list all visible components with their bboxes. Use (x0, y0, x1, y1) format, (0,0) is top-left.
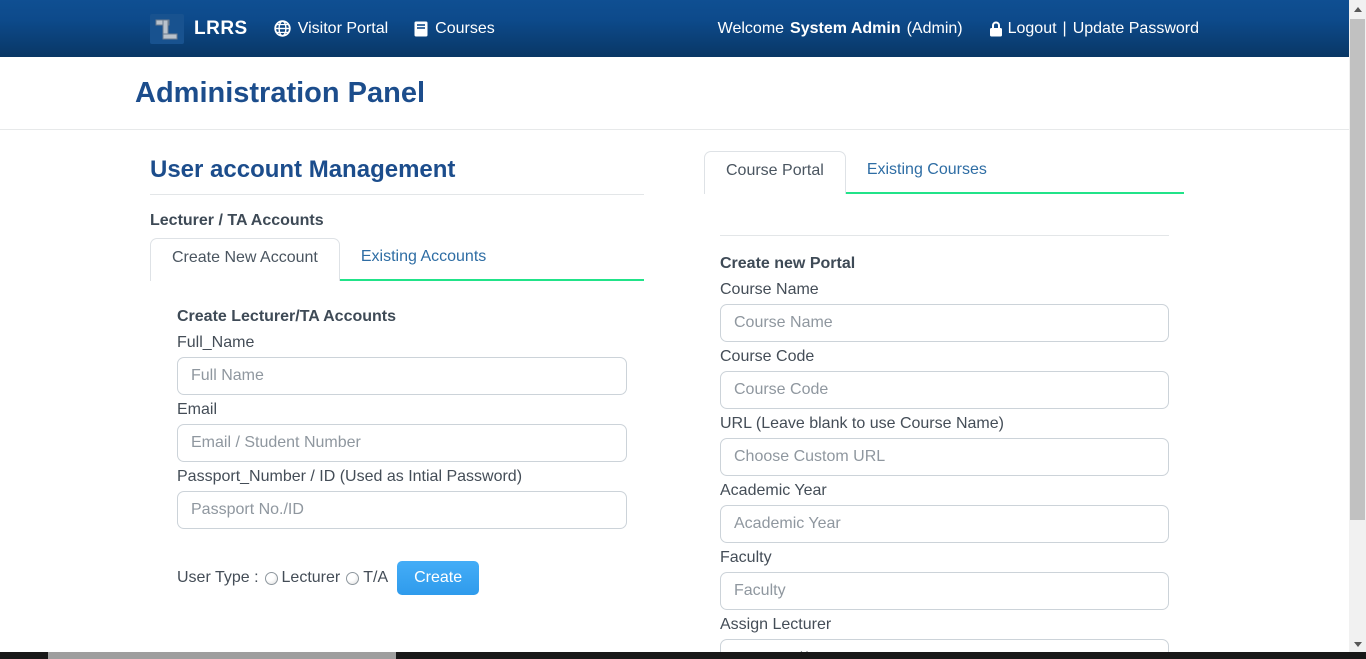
faculty-label: Faculty (720, 549, 1169, 567)
update-password-label: Update Password (1073, 20, 1199, 38)
section-title-user-management: User account Management (150, 156, 644, 184)
account-tabs: Create New Account Existing Accounts (150, 238, 644, 281)
tab-existing-accounts[interactable]: Existing Accounts (340, 238, 507, 279)
user-type-label: User Type : (177, 569, 259, 587)
welcome-text: Welcome (718, 20, 784, 38)
bottom-bar-segment (48, 652, 396, 659)
email-label: Email (177, 401, 627, 419)
browser-viewport: LRRS Visitor Portal Courses (0, 0, 1366, 659)
brand-name: LRRS (194, 18, 248, 40)
create-account-form: Create Lecturer/TA Accounts Full_Name Em… (177, 308, 627, 595)
brand[interactable]: LRRS (150, 14, 248, 44)
academic-year-label: Academic Year (720, 482, 1169, 500)
course-portal-panel: Course Portal Existing Courses Create ne… (704, 130, 1184, 659)
tab-create-new-account[interactable]: Create New Account (150, 238, 340, 281)
assign-lecturer-label: Assign Lecturer (720, 616, 1169, 634)
course-tabs: Course Portal Existing Courses (704, 151, 1184, 194)
book-icon (414, 21, 428, 37)
radio-lecturer-label: Lecturer (282, 569, 341, 587)
course-code-label: Course Code (720, 348, 1169, 366)
user-account-panel: User account Management Lecturer / TA Ac… (150, 130, 644, 659)
tab-existing-courses[interactable]: Existing Courses (846, 151, 1008, 192)
faculty-input[interactable] (720, 572, 1169, 610)
nav-link-label: Courses (435, 20, 495, 38)
section-divider (150, 194, 644, 195)
bottom-edge-bar (0, 652, 1366, 659)
custom-url-input[interactable] (720, 438, 1169, 476)
portal-divider (720, 235, 1169, 236)
create-button[interactable]: Create (397, 561, 479, 595)
vertical-scrollbar[interactable] (1349, 0, 1366, 659)
create-account-form-heading: Create Lecturer/TA Accounts (177, 308, 627, 326)
user-name: System Admin (790, 20, 901, 38)
academic-year-input[interactable] (720, 505, 1169, 543)
logout-link[interactable]: Logout (989, 20, 1057, 38)
nav-link-label: Visitor Portal (298, 20, 388, 38)
course-name-input[interactable] (720, 304, 1169, 342)
lock-icon (989, 21, 1003, 37)
page-header: Administration Panel (0, 57, 1349, 130)
passport-id-label: Passport_Number / ID (Used as Intial Pas… (177, 468, 627, 486)
create-portal-heading: Create new Portal (720, 255, 1169, 273)
globe-icon (274, 20, 291, 37)
email-input[interactable] (177, 424, 627, 462)
top-navbar: LRRS Visitor Portal Courses (0, 0, 1349, 57)
scroll-down-icon[interactable] (1349, 636, 1366, 653)
lecturer-ta-accounts-subtitle: Lecturer / TA Accounts (150, 212, 644, 230)
logout-label: Logout (1008, 20, 1057, 38)
radio-lecturer[interactable] (265, 572, 278, 585)
nav-separator: | (1063, 20, 1067, 38)
full-name-label: Full_Name (177, 334, 627, 352)
scrollbar-thumb[interactable] (1350, 19, 1365, 520)
user-role: (Admin) (907, 20, 963, 38)
nav-link-courses[interactable]: Courses (414, 20, 495, 38)
scroll-up-icon[interactable] (1349, 1, 1366, 18)
course-name-label: Course Name (720, 281, 1169, 299)
page-title: Administration Panel (135, 77, 1349, 110)
lrrs-logo-icon (150, 14, 184, 44)
update-password-link[interactable]: Update Password (1073, 20, 1199, 38)
radio-ta[interactable] (346, 572, 359, 585)
nav-link-visitor-portal[interactable]: Visitor Portal (274, 20, 388, 38)
create-portal-form: Create new Portal Course Name Course Cod… (720, 255, 1169, 659)
radio-ta-label: T/A (363, 569, 388, 587)
user-type-row: User Type : Lecturer T/A Create (177, 561, 627, 595)
full-name-input[interactable] (177, 357, 627, 395)
custom-url-label: URL (Leave blank to use Course Name) (720, 415, 1169, 433)
passport-id-input[interactable] (177, 491, 627, 529)
tab-course-portal[interactable]: Course Portal (704, 151, 846, 194)
course-code-input[interactable] (720, 371, 1169, 409)
